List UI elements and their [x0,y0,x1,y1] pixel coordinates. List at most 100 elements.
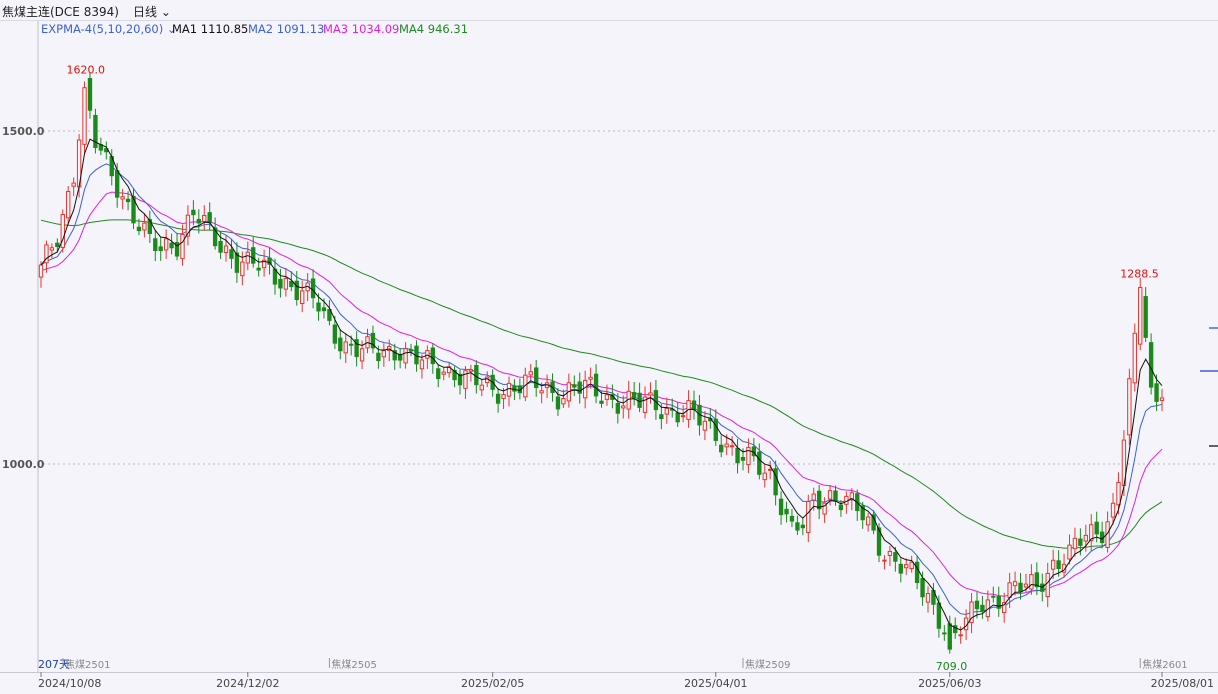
candle-body [55,242,60,247]
candle-body [909,561,914,570]
candle [272,258,278,295]
candle [261,249,267,277]
candle-body [893,552,898,562]
candle [985,590,991,622]
candle-body [1138,287,1143,345]
candle-body [789,515,795,522]
legend-ma4: MA4 946.31 [399,22,468,36]
candle [397,348,403,369]
candle [914,555,920,590]
legend-ma2: MA2 1091.13 [248,22,324,36]
candle [1018,572,1023,600]
candle [871,510,876,535]
candle-body [1094,521,1099,535]
candle [1143,287,1148,343]
candle-body [757,451,762,475]
candle-body [218,240,223,253]
candle [452,366,457,388]
candle-body [430,347,435,365]
candle [71,177,76,197]
candle-body [240,261,245,277]
candle [202,205,207,231]
candle [44,240,49,273]
candle [104,141,109,160]
candle-body [637,392,642,408]
candle [729,436,735,456]
ma2-path [40,163,1163,616]
candle-body [974,600,980,610]
candle [778,491,784,525]
candle-body [925,593,931,603]
candle-body [865,516,871,526]
candle-body [653,390,659,411]
candle [153,229,158,262]
candle-body [659,414,664,420]
candle-body [191,209,196,216]
candle [860,501,865,529]
candle-body [615,402,621,414]
candle-body [702,420,708,431]
candle-body [1045,572,1050,598]
candle [1061,553,1067,578]
candle [642,386,648,419]
candle-body [1012,581,1018,587]
candle [1132,323,1137,392]
candle [441,367,446,381]
candle [60,209,65,253]
candle-body [593,373,599,397]
x-axis-bar [0,672,1218,694]
candle [833,485,838,506]
candle [566,373,572,408]
y-tick-label: 1000.0 [2,458,45,471]
candle-body [66,191,71,219]
candle-body [800,524,806,529]
candle-body [887,550,893,557]
candle-body [784,508,789,515]
candle-body [436,368,441,380]
candle-body [343,341,348,354]
candle-body [125,198,131,203]
candle [942,625,947,641]
candle-body [762,472,767,481]
candle [169,233,174,255]
candle [887,546,893,566]
candle-body [468,369,474,372]
candle [1159,388,1165,412]
candle [762,464,767,488]
candle-body [768,468,773,471]
ma4-line [40,219,1163,549]
candle-body [506,382,512,397]
candle [637,382,642,413]
candle-body [1143,296,1148,338]
candle [98,137,104,156]
candle-body [278,278,283,289]
candle [463,366,468,399]
grid [38,130,1218,465]
contract-label: 焦煤2601 [1142,658,1187,671]
candle-body [479,384,484,391]
candle [648,382,653,404]
candle-body [1029,574,1034,590]
candle [534,359,539,397]
candle-body [1148,342,1154,388]
candle-body [621,405,626,409]
candle-body [795,522,800,531]
candle-body [71,182,76,187]
candle [495,387,501,413]
candle [800,518,806,536]
candle [969,593,974,634]
candle-body [914,561,920,584]
candle [631,381,637,406]
candle [131,188,136,230]
candle-body [811,493,816,501]
candle [996,586,1001,617]
candle [898,558,903,583]
candle [1099,521,1105,549]
candle-body [419,359,425,370]
candle [408,343,414,357]
candle [425,345,430,369]
candle-body [1110,502,1116,518]
kline-chart[interactable]: 1500.01000.0 1620.01288.5709.0207天焦煤2501… [0,0,1218,693]
candle-body [729,445,735,448]
candlesticks [38,72,1165,654]
